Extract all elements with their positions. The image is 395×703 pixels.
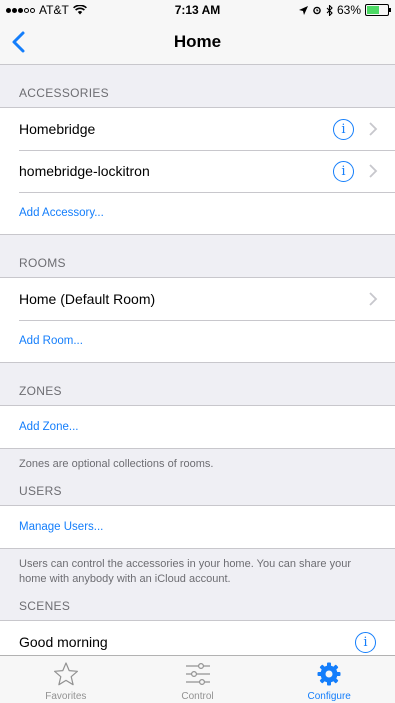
- section-header-zones: ZONES: [19, 384, 62, 398]
- section-header-accessories: ACCESSORIES: [19, 86, 109, 100]
- users-group: Manage Users...: [0, 505, 395, 549]
- tab-favorites[interactable]: Favorites: [0, 656, 132, 703]
- manage-users-label: Manage Users...: [19, 521, 104, 533]
- status-bar: AT&T 7:13 AM 63%: [0, 0, 395, 20]
- location-arrow-icon: [298, 5, 308, 15]
- tab-control[interactable]: Control: [132, 656, 264, 703]
- zones-footer-note: Zones are optional collections of rooms.: [19, 458, 214, 470]
- rooms-group: Home (Default Room) Add Room...: [0, 277, 395, 363]
- info-icon[interactable]: i: [333, 160, 354, 182]
- accessory-name: homebridge-lockitron: [19, 163, 150, 179]
- scenes-group: Good morning i: [0, 620, 395, 655]
- manage-users-button[interactable]: Manage Users...: [0, 506, 395, 548]
- room-row[interactable]: Home (Default Room): [0, 278, 395, 320]
- section-header-scenes: SCENES: [19, 599, 71, 613]
- status-right-group: 63%: [298, 3, 391, 17]
- info-icon[interactable]: i: [333, 118, 354, 140]
- battery-percent: 63%: [336, 3, 361, 17]
- section-header-users: USERS: [19, 484, 62, 498]
- navigation-bar: Home: [0, 20, 395, 65]
- accessory-row[interactable]: homebridge-lockitron i: [0, 150, 395, 192]
- chevron-right-icon: [369, 122, 378, 136]
- add-room-label: Add Room...: [19, 335, 83, 347]
- accessory-row[interactable]: Homebridge i: [0, 108, 395, 150]
- bluetooth-icon: [326, 4, 333, 16]
- chevron-right-icon: [369, 164, 378, 178]
- zones-group: Add Zone...: [0, 405, 395, 449]
- room-name: Home (Default Room): [19, 291, 156, 307]
- page-title: Home: [173, 32, 222, 51]
- star-icon: [53, 662, 78, 686]
- accessory-name: Homebridge: [19, 121, 96, 137]
- tab-label: Configure: [307, 691, 351, 702]
- battery-icon: [365, 4, 391, 16]
- accessories-group: Homebridge i homebridge-lockitron i Add …: [0, 107, 395, 235]
- section-header-rooms: ROOMS: [19, 256, 66, 270]
- tab-label: Favorites: [45, 691, 87, 702]
- add-accessory-button[interactable]: Add Accessory...: [0, 192, 395, 234]
- info-icon[interactable]: i: [355, 631, 376, 653]
- add-accessory-label: Add Accessory...: [19, 207, 104, 219]
- scene-name: Good morning: [19, 634, 108, 650]
- scene-row[interactable]: Good morning i: [0, 621, 395, 655]
- tab-configure[interactable]: Configure: [263, 656, 395, 703]
- chevron-right-icon: [369, 292, 378, 306]
- tab-label: Control: [181, 691, 214, 702]
- tab-bar: Favorites Control Configure: [0, 655, 395, 703]
- add-zone-label: Add Zone...: [19, 421, 79, 433]
- add-room-button[interactable]: Add Room...: [0, 320, 395, 362]
- settings-list[interactable]: ACCESSORIES Homebridge i homebridge-lock…: [0, 65, 395, 655]
- alarm-icon: [313, 6, 321, 15]
- add-zone-button[interactable]: Add Zone...: [0, 406, 395, 448]
- sliders-icon: [185, 662, 210, 686]
- users-footer-note: Users can control the accessories in you…: [19, 558, 352, 585]
- gear-icon: [317, 662, 341, 686]
